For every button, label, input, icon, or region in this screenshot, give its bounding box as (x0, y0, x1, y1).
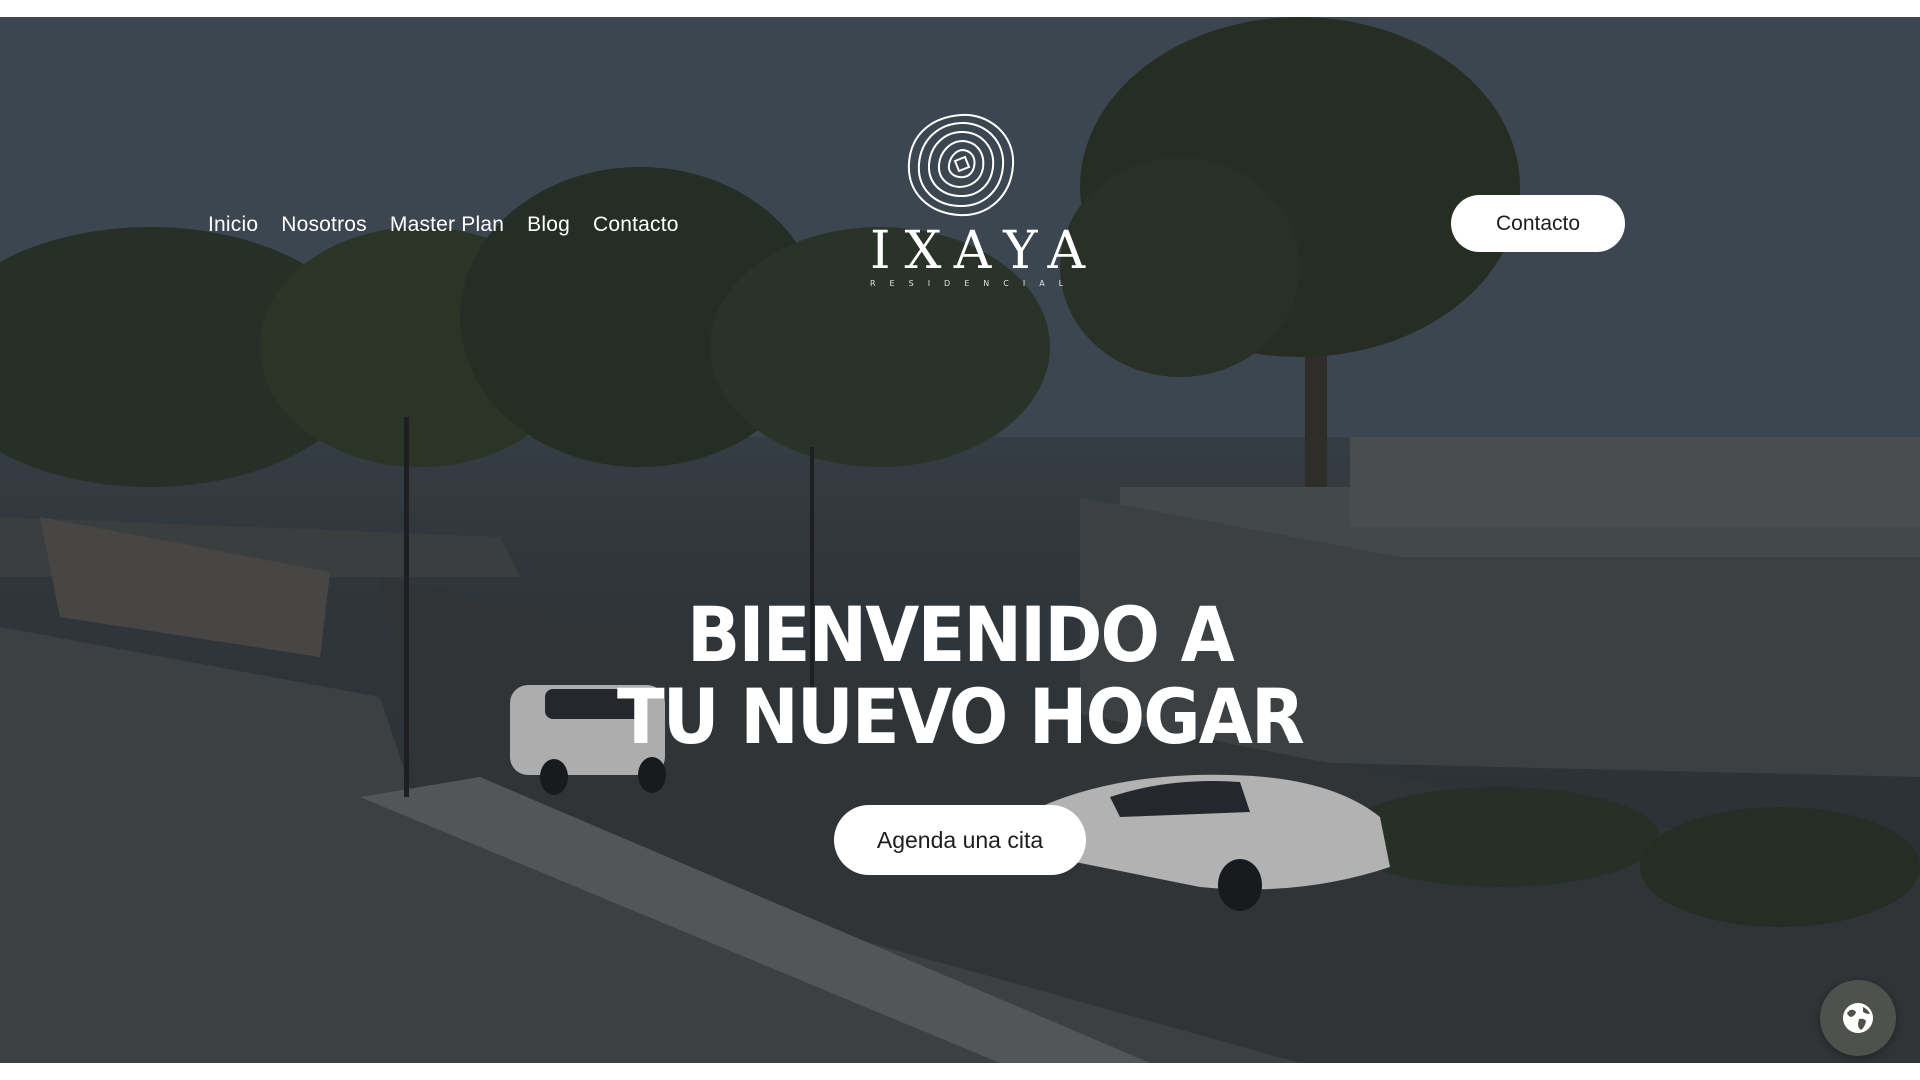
tree-rings-logo-icon (907, 113, 1015, 217)
logo-subword: RESIDENCIAL (870, 279, 1078, 288)
header-contact-button[interactable]: Contacto (1451, 195, 1625, 252)
ixaya-logo[interactable]: IXAYA RESIDENCIAL (856, 111, 1099, 311)
nav-item-blog[interactable]: Blog (527, 213, 570, 237)
schedule-appointment-button[interactable]: Agenda una cita (834, 805, 1086, 875)
logo-wordmark: IXAYA (870, 221, 1099, 281)
language-button[interactable] (1820, 980, 1896, 1056)
nav-item-contacto[interactable]: Contacto (593, 213, 679, 237)
main-nav: Inicio Nosotros Master Plan Blog Contact… (208, 213, 679, 237)
page: Inicio Nosotros Master Plan Blog Contact… (0, 0, 1920, 1080)
hero-section: Inicio Nosotros Master Plan Blog Contact… (0, 17, 1920, 1063)
hero-headline: BIENVENIDO A TU NUEVO HOGAR (592, 589, 1328, 761)
nav-item-nosotros[interactable]: Nosotros (281, 213, 367, 237)
nav-item-master-plan[interactable]: Master Plan (390, 213, 504, 237)
hero-headline-line-2: TU NUEVO HOGAR (616, 671, 1305, 761)
globe-icon (1843, 1003, 1873, 1033)
nav-item-inicio[interactable]: Inicio (208, 213, 258, 237)
hero-headline-line-1: BIENVENIDO A (687, 589, 1235, 679)
